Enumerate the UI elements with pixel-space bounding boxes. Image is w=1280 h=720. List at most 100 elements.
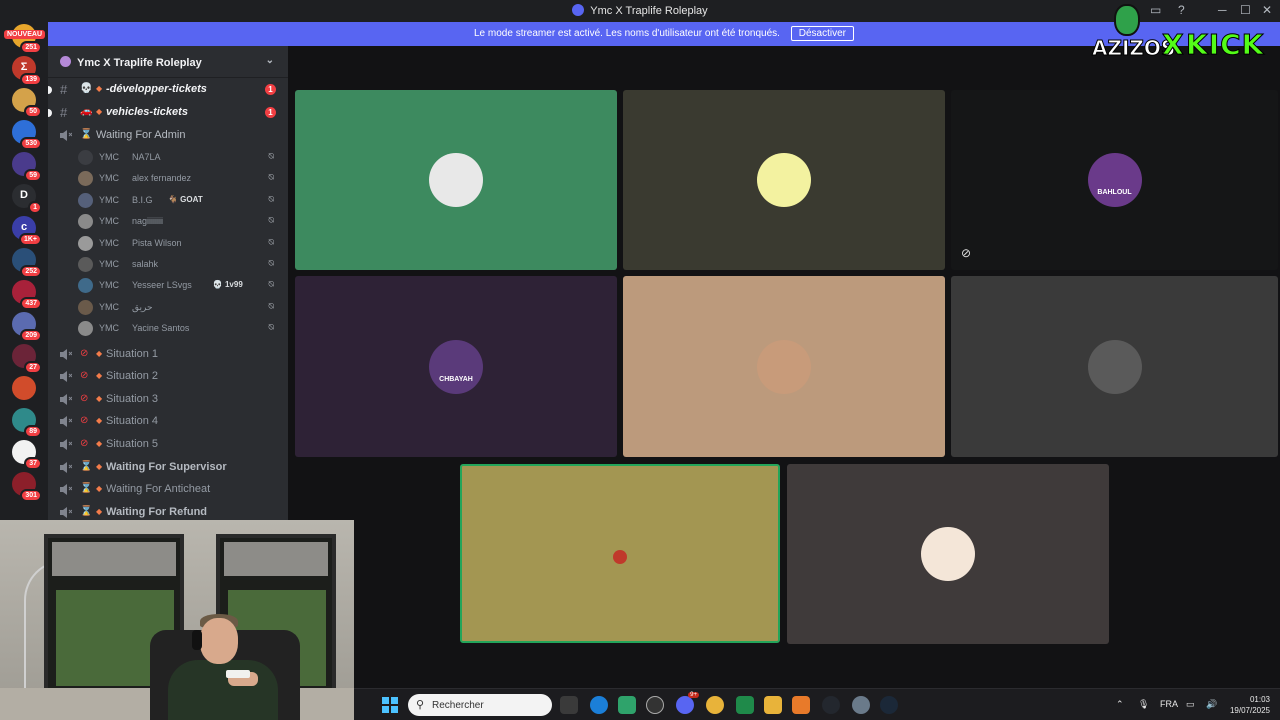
server-initial: c bbox=[20, 221, 28, 233]
server-icon[interactable]: 209 bbox=[12, 312, 42, 342]
voice-participant-tile[interactable] bbox=[787, 464, 1109, 644]
hourglass-icon: ⌛ bbox=[80, 129, 93, 140]
chevron-down-icon[interactable]: ⌄ bbox=[266, 55, 274, 66]
voice-user[interactable]: YMC Yesseer LSvgs 💀 1v99 ⍉ bbox=[48, 275, 288, 296]
server-icon[interactable]: Σ 139 bbox=[12, 56, 42, 86]
voice-participant-tile[interactable]: BAHLOUL ⊘ bbox=[951, 90, 1278, 270]
user-tag: YMC bbox=[99, 173, 119, 184]
title-bar: Ymc X Traplife Roleplay ▭ ? ─ ☐ ✕ bbox=[0, 0, 1280, 22]
system-clock[interactable]: 01:03 19/07/2025 bbox=[1230, 694, 1270, 716]
server-icon[interactable] bbox=[12, 376, 36, 400]
avatar-label: BAHLOUL bbox=[1097, 189, 1132, 196]
voice-participant-tile[interactable] bbox=[951, 276, 1278, 457]
folder-icon[interactable] bbox=[764, 696, 782, 714]
voice-channel-situation[interactable]: ⊘ ◆ Situation 4 bbox=[48, 411, 288, 433]
voice-channel-situation[interactable]: ⊘ ◆ Situation 5 bbox=[48, 434, 288, 456]
muted-mic-icon: ⍉ bbox=[268, 151, 274, 161]
orange-app-icon[interactable] bbox=[792, 696, 810, 714]
voice-participant-tile[interactable]: CHBAYAH bbox=[295, 276, 617, 457]
text-channel[interactable]: # 🚗 ◆ vehicles-tickets 1 bbox=[48, 102, 288, 124]
channel-name: Situation 4 bbox=[106, 415, 158, 428]
voice-channel-waiting[interactable]: ⌛ ◆ Waiting For Anticheat bbox=[48, 479, 288, 501]
channel-name: -développer-tickets bbox=[106, 83, 207, 95]
text-channel[interactable]: # 💀 ◆ -développer-tickets 1 bbox=[48, 79, 288, 101]
server-mention-badge: 139 bbox=[20, 73, 42, 86]
voice-channel-waiting-admin[interactable]: ⌛ Waiting For Admin bbox=[48, 125, 288, 147]
clock-time: 01:03 bbox=[1249, 695, 1270, 704]
server-icon[interactable]: 437 bbox=[12, 280, 42, 310]
voice-participant-tile[interactable] bbox=[623, 276, 945, 457]
nox-icon[interactable] bbox=[822, 696, 840, 714]
server-icon[interactable]: 37 bbox=[12, 440, 42, 470]
voice-channel-situation[interactable]: ⊘ ◆ Situation 1 bbox=[48, 344, 288, 366]
server-mention-badge: 530 bbox=[20, 137, 42, 150]
store-icon[interactable] bbox=[618, 696, 636, 714]
xbox-icon[interactable] bbox=[646, 696, 664, 714]
voice-user[interactable]: YMC Yacine Santos ⍉ bbox=[48, 318, 288, 339]
username: حريق bbox=[132, 301, 153, 312]
server-mention-badge: 89 bbox=[24, 425, 42, 438]
voice-user[interactable]: YMC حريق ⍉ bbox=[48, 297, 288, 318]
windows-start-icon[interactable] bbox=[382, 697, 398, 713]
network-icon[interactable]: ▭ bbox=[1186, 699, 1195, 710]
voice-user[interactable]: YMC B.I.G 🐐 GOAT ⍉ bbox=[48, 190, 288, 211]
participant-avatar bbox=[757, 339, 811, 394]
username: salahk bbox=[132, 259, 159, 269]
chrome-icon[interactable] bbox=[706, 696, 724, 714]
server-icon[interactable]: 301 bbox=[12, 472, 42, 502]
username: nagiiiiiiii bbox=[132, 216, 164, 227]
muted-mic-icon: ⍉ bbox=[268, 300, 274, 311]
voice-user[interactable]: YMC NA7LA ⍉ bbox=[48, 147, 288, 168]
voice-participant-tile[interactable] bbox=[460, 464, 780, 643]
server-icon[interactable]: 27 bbox=[12, 344, 42, 374]
username: Pista Wilson bbox=[132, 237, 182, 248]
volume-icon[interactable]: 🔊 bbox=[1206, 699, 1217, 710]
server-icon[interactable]: 89 bbox=[12, 408, 42, 438]
language-indicator[interactable]: FRA bbox=[1160, 699, 1178, 709]
voice-user[interactable]: YMC nagiiiiiiii ⍉ bbox=[48, 211, 288, 232]
channel-name: Situation 2 bbox=[106, 370, 158, 383]
voice-channel-situation[interactable]: ⊘ ◆ Situation 2 bbox=[48, 366, 288, 388]
mic-icon[interactable]: 🎙 bbox=[1138, 699, 1149, 710]
disable-streamer-mode-button[interactable]: Désactiver bbox=[790, 26, 854, 41]
server-mention-badge: 37 bbox=[24, 457, 42, 470]
task-view-icon[interactable] bbox=[560, 696, 578, 714]
server-icon[interactable]: D1 bbox=[12, 184, 42, 214]
tray-chevron-up-icon[interactable]: ⌃ bbox=[1116, 699, 1124, 710]
discord-taskbar-icon[interactable]: 9+ bbox=[676, 692, 699, 714]
user-tag: YMC bbox=[99, 301, 119, 312]
voice-channel-waiting[interactable]: ⌛ ◆ Waiting For Refund bbox=[48, 502, 288, 520]
username: Yacine Santos bbox=[132, 323, 190, 334]
server-icon[interactable]: c 1K+ bbox=[12, 216, 42, 246]
channel-name: Situation 1 bbox=[106, 347, 158, 360]
green-app-icon[interactable] bbox=[736, 696, 754, 714]
voice-user[interactable]: YMC salahk ⍉ bbox=[48, 254, 288, 275]
diamond-icon: ◆ bbox=[96, 416, 103, 426]
voice-channel-situation[interactable]: ⊘ ◆ Situation 3 bbox=[48, 389, 288, 411]
stream-overlay-logo: AZIZOS X KICK bbox=[1091, 2, 1272, 62]
voice-user[interactable]: YMC alex fernandez ⍉ bbox=[48, 168, 288, 189]
taskbar-search-placeholder: Rechercher bbox=[432, 700, 484, 711]
voice-user[interactable]: YMC Pista Wilson ⍉ bbox=[48, 233, 288, 254]
steam-icon[interactable] bbox=[880, 696, 898, 714]
deafened-icon: ⊘ bbox=[961, 246, 972, 260]
diamond-icon: ◆ bbox=[96, 506, 103, 516]
voice-participant-tile[interactable] bbox=[623, 90, 945, 270]
voice-channel-waiting[interactable]: ⌛ ◆ Waiting For Supervisor bbox=[48, 457, 288, 479]
user-tag: YMC bbox=[99, 323, 119, 334]
server-icon[interactable]: 252 bbox=[12, 248, 42, 278]
muted-mic-icon: ⍉ bbox=[268, 258, 274, 268]
webcam-head bbox=[200, 618, 238, 664]
guild-header[interactable]: Ymc X Traplife Roleplay ⌄ bbox=[48, 46, 288, 78]
edge-icon[interactable] bbox=[590, 696, 608, 714]
server-icon[interactable]: 530 bbox=[12, 120, 42, 150]
muted-mic-icon: ⍉ bbox=[268, 172, 274, 183]
avatar bbox=[78, 299, 93, 315]
server-icon[interactable]: 59 bbox=[12, 152, 42, 182]
voice-participant-tile[interactable] bbox=[295, 90, 617, 270]
username: B.I.G bbox=[132, 194, 153, 205]
unread-pip bbox=[48, 109, 52, 117]
taskbar-search[interactable]: ⚲ Rechercher bbox=[408, 694, 552, 716]
server-icon[interactable]: 50 bbox=[12, 88, 42, 118]
settings-gear-icon[interactable] bbox=[852, 696, 870, 714]
